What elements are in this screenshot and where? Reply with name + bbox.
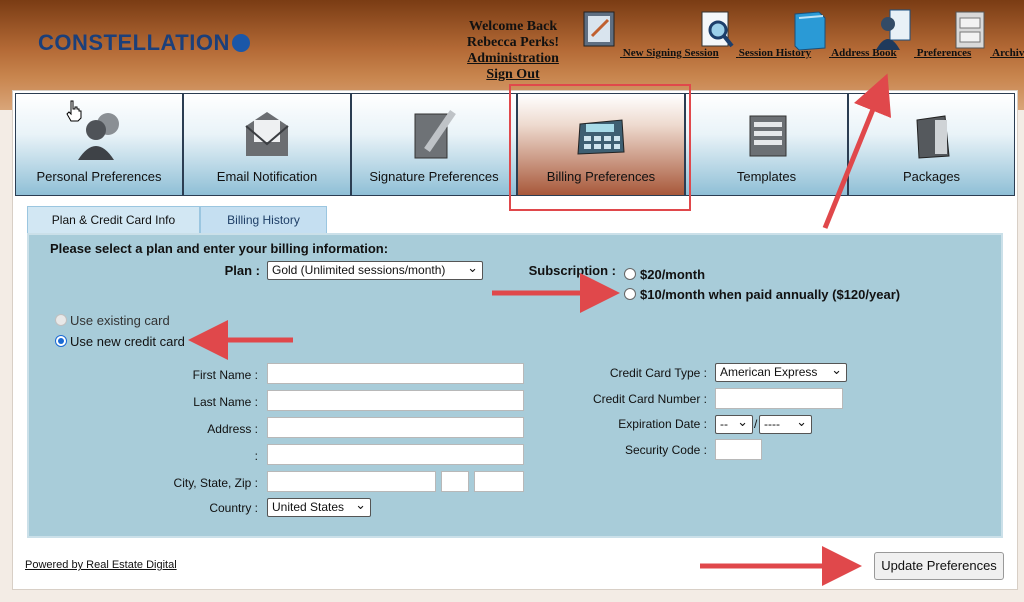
- hand-cursor-icon: [66, 100, 82, 122]
- arrow-to-preferences: [822, 73, 892, 229]
- annotation-arrows: [188, 73, 892, 586]
